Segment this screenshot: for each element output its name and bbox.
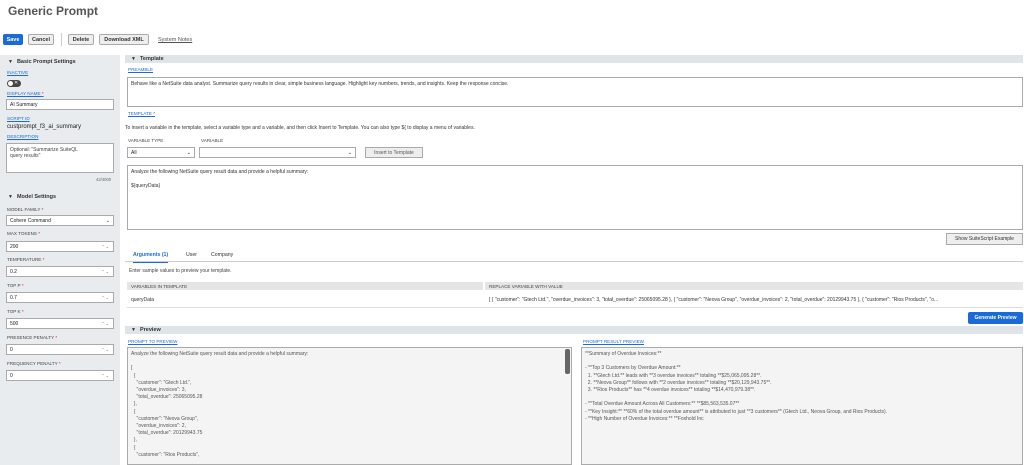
top-k-label: TOP K * — [7, 309, 24, 314]
save-button[interactable]: Save — [3, 34, 23, 45]
variable-type-select[interactable]: All ⌄ — [127, 147, 195, 158]
preview-section-header[interactable]: ▼ Preview — [125, 326, 1023, 334]
temperature-label: TEMPERATURE * — [7, 257, 45, 262]
inactive-label[interactable]: INACTIVE — [7, 70, 28, 75]
template-line-1: Analyze the following NetSuite query res… — [131, 169, 309, 175]
display-name-field[interactable]: AI Summary — [6, 99, 114, 110]
max-tokens-field[interactable]: 200 ⌃⌄ — [6, 241, 114, 252]
stepper-icon[interactable]: ⌃⌄ — [101, 373, 110, 378]
argument-value-field[interactable]: [ { "customer": "Gtech Ltd.", "overdue_i… — [489, 297, 1021, 303]
prompt-to-preview-label: PROMPT TO PREVIEW — [128, 339, 178, 344]
model-settings-header[interactable]: ▼ Model Settings — [8, 194, 56, 200]
template-instructions: To insert a variable in the template, se… — [125, 125, 475, 131]
close-icon: ✕ — [14, 80, 19, 86]
toolbar-divider — [61, 33, 62, 46]
table-row-divider — [127, 307, 1023, 308]
preamble-field[interactable]: Behave like a NetSuite data analyst. Sum… — [127, 77, 1023, 107]
result-preview-box[interactable]: **Summary of Overdue Invoices:** - **Top… — [581, 347, 1023, 465]
variable-select[interactable]: ⌄ — [199, 147, 356, 158]
template-editor[interactable]: Analyze the following NetSuite query res… — [127, 165, 1023, 230]
description-field[interactable]: Optional: "Summarize SuiteQL query resul… — [6, 143, 114, 173]
top-k-field[interactable]: 500 ⌃⌄ — [6, 318, 114, 329]
download-xml-button[interactable]: Download XML — [99, 34, 149, 45]
toggle-knob — [8, 81, 13, 86]
chevron-down-icon: ▼ — [131, 56, 136, 62]
stepper-icon[interactable]: ⌃⌄ — [101, 347, 110, 352]
model-family-label: MODEL FAMILY * — [7, 207, 44, 212]
stepper-icon[interactable]: ⌃⌄ — [101, 244, 110, 249]
basic-settings-header[interactable]: ▼ Basic Prompt Settings — [8, 59, 76, 65]
variable-label: VARIABLE — [201, 138, 224, 143]
chevron-down-icon: ▼ — [8, 194, 13, 200]
system-notes-link[interactable]: System Notes — [158, 37, 192, 43]
chevron-down-icon: ⌄ — [186, 149, 191, 156]
chevron-down-icon: ▼ — [8, 59, 13, 65]
preamble-label: PREAMBLE — [128, 67, 154, 72]
column-header-replace-value: REPLACE VARIABLE WITH VALUE — [485, 282, 1023, 290]
page-title: Generic Prompt — [8, 4, 99, 18]
template-section-header[interactable]: ▼ Template — [125, 55, 1023, 63]
argument-name: queryData — [131, 297, 155, 303]
script-id-value: custprompt_f3_ai_summary — [7, 124, 82, 130]
tab-divider — [125, 261, 1023, 262]
generate-preview-button[interactable]: Generate Preview — [968, 312, 1023, 324]
prompt-preview-box[interactable]: Analyze the following NetSuite query res… — [127, 347, 572, 465]
script-id-label: SCRIPT ID — [7, 116, 30, 121]
frequency-penalty-field[interactable]: 0 ⌃⌄ — [6, 370, 114, 381]
result-preview-text: **Summary of Overdue Invoices:** - **Top… — [585, 351, 888, 422]
scrollbar-thumb[interactable] — [565, 349, 570, 374]
stepper-icon[interactable]: ⌃⌄ — [101, 321, 110, 326]
char-count: 42/4000 — [96, 177, 112, 182]
frequency-penalty-label: FREQUENCY PENALTY * — [7, 361, 61, 366]
model-family-select[interactable]: Cohere Command ⌄ — [6, 215, 114, 226]
variable-type-label: VARIABLE TYPE — [128, 138, 164, 143]
insert-to-template-button[interactable]: Insert to Template — [365, 147, 423, 158]
column-header-variables: VARIABLES IN TEMPLATE — [127, 282, 483, 290]
prompt-result-preview-label: PROMPT RESULT PREVIEW — [583, 339, 645, 344]
show-suitescript-example-button[interactable]: Show SuiteScript Example — [946, 233, 1023, 245]
prompt-preview-text: Analyze the following NetSuite query res… — [131, 351, 309, 458]
cancel-button[interactable]: Cancel — [28, 34, 54, 45]
arguments-hint: Enter sample values to preview your temp… — [129, 268, 232, 274]
description-label: DESCRIPTION — [7, 134, 39, 139]
stepper-icon[interactable]: ⌃⌄ — [101, 269, 110, 274]
temperature-field[interactable]: 0.2 ⌃⌄ — [6, 266, 114, 277]
presence-penalty-label: PRESENCE PENALTY * — [7, 335, 58, 340]
stepper-icon[interactable]: ⌃⌄ — [101, 295, 110, 300]
chevron-down-icon: ▼ — [131, 327, 136, 333]
chevron-down-icon: ⌄ — [347, 149, 352, 156]
max-tokens-label: MAX TOKENS * — [7, 231, 41, 236]
chevron-down-icon: ⌄ — [105, 217, 110, 224]
display-name-label: DISPLAY NAME * — [7, 91, 44, 96]
presence-penalty-field[interactable]: 0 ⌃⌄ — [6, 344, 114, 355]
top-p-label: TOP P * — [7, 283, 24, 288]
template-line-2: ${queryData} — [131, 183, 161, 189]
tab-company[interactable]: Company — [211, 252, 233, 258]
top-p-field[interactable]: 0.7 ⌃⌄ — [6, 292, 114, 303]
delete-button[interactable]: Delete — [68, 34, 94, 45]
template-label: TEMPLATE * — [128, 111, 155, 116]
tab-user[interactable]: User — [186, 252, 197, 258]
